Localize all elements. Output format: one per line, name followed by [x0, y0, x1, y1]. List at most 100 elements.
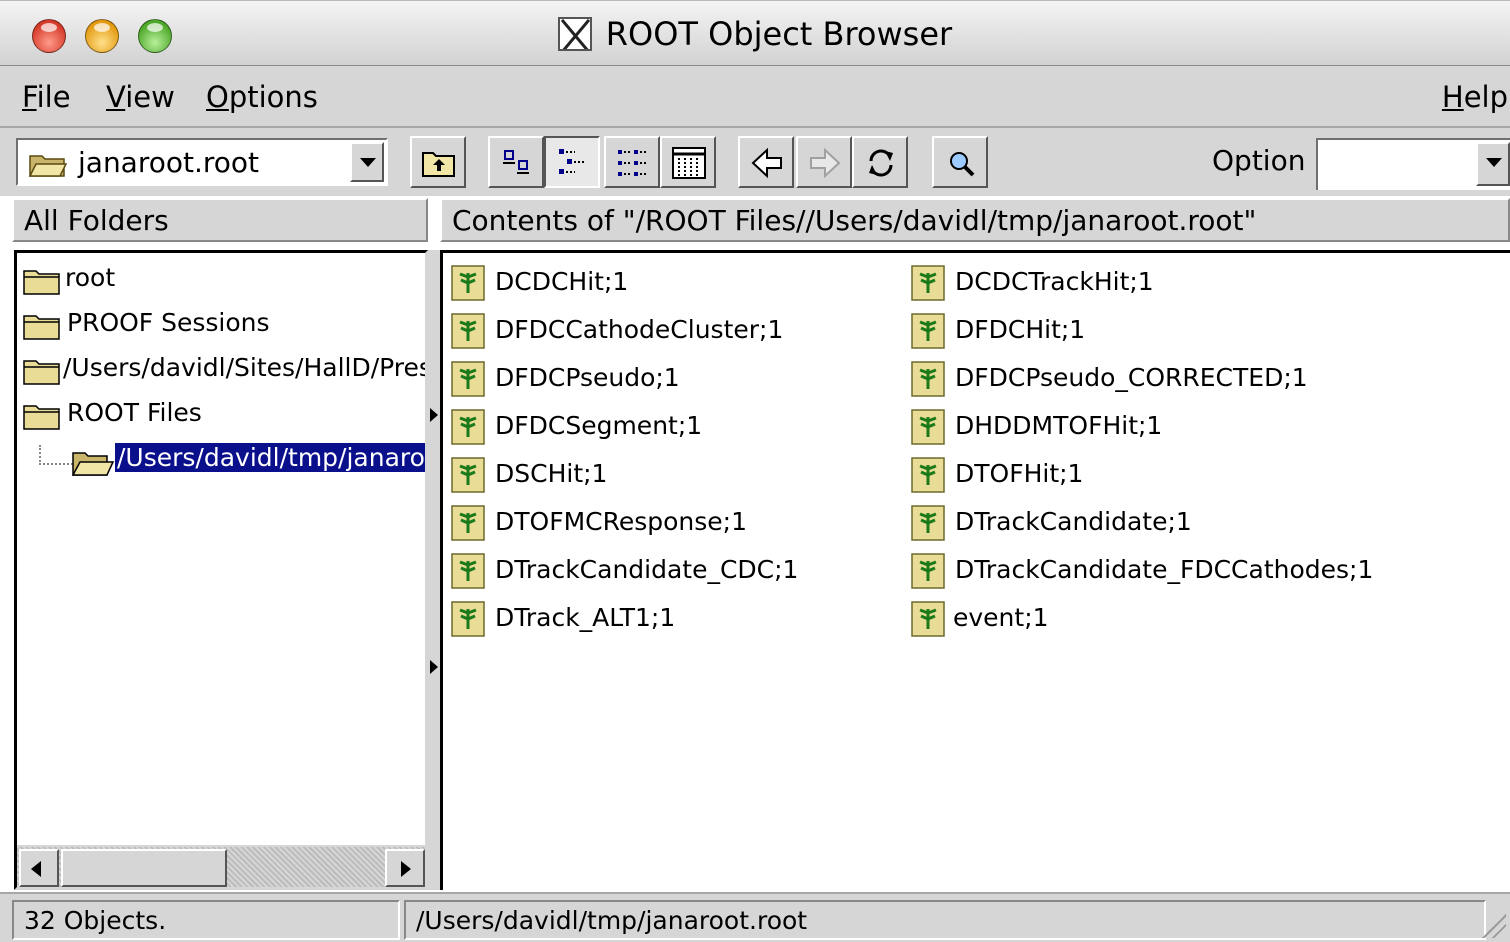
- ttree-icon: [911, 601, 945, 637]
- ttree-icon: [911, 265, 945, 301]
- ttree-icon: [451, 553, 485, 589]
- path-combo-value: janaroot.root: [78, 146, 260, 179]
- arrow-left-icon: [751, 147, 782, 179]
- menu-file[interactable]: File: [22, 80, 71, 114]
- object-label: DTrackCandidate;1: [955, 507, 1192, 536]
- magnifier-icon: [950, 152, 975, 177]
- folder-tree-panel[interactable]: root PROOF Sessions /Users/davidl/Sites/…: [14, 250, 428, 890]
- find-button[interactable]: [932, 136, 988, 188]
- details-view-button[interactable]: [660, 136, 716, 188]
- refresh-button[interactable]: [852, 136, 908, 188]
- object-label: DTrack_ALT1;1: [495, 603, 676, 632]
- menu-options-mnemonic: O: [206, 80, 229, 114]
- menu-file-label: ile: [36, 80, 71, 114]
- small-icons-view-button[interactable]: [544, 136, 600, 188]
- ttree-icon: [451, 361, 485, 397]
- contents-panel[interactable]: DCDCHit;1 DFDCCathodeCluster;1 DFDCPseud…: [440, 250, 1510, 890]
- object-label: DFDCPseudo;1: [495, 363, 680, 392]
- status-path: /Users/davidl/tmp/janaroot.root: [404, 900, 1486, 940]
- menu-view-mnemonic: V: [106, 80, 126, 114]
- folder-icon: [23, 270, 60, 295]
- tree-item-label: root: [65, 263, 116, 292]
- scroll-left-button[interactable]: [19, 849, 59, 887]
- menu-help-label: elp: [1463, 80, 1508, 114]
- scroll-right-button[interactable]: [385, 849, 425, 887]
- ttree-icon: [451, 313, 485, 349]
- ttree-icon: [451, 409, 485, 445]
- option-combo[interactable]: [1316, 138, 1510, 190]
- window-title: ROOT Object Browser: [605, 15, 953, 53]
- ttree-icon: [451, 265, 485, 301]
- ttree-icon: [911, 457, 945, 493]
- resize-grip-icon[interactable]: [1482, 914, 1506, 938]
- splitter-arrow-icon: [430, 660, 438, 674]
- refresh-icon: [869, 149, 893, 177]
- object-label: DHDDMTOFHit;1: [955, 411, 1163, 440]
- ttree-icon: [451, 601, 485, 637]
- tree-connector: [39, 445, 73, 465]
- open-folder-icon: [28, 155, 68, 177]
- menu-view[interactable]: View: [106, 80, 175, 114]
- list-view-icon: [618, 150, 648, 176]
- ttree-icon: [911, 409, 945, 445]
- object-label: DSCHit;1: [495, 459, 608, 488]
- arrow-right-icon: [810, 147, 841, 179]
- tree-item-label-selected: /Users/davidl/tmp/janaroot.: [115, 443, 425, 472]
- tree-horizontal-scrollbar[interactable]: [17, 845, 425, 887]
- large-icons-view-button[interactable]: [488, 136, 544, 188]
- ttree-icon: [911, 361, 945, 397]
- object-label: DCDCTrackHit;1: [955, 267, 1154, 296]
- list-view-button[interactable]: [604, 136, 660, 188]
- object-label: DFDCSegment;1: [495, 411, 703, 440]
- object-label: DFDCPseudo_CORRECTED;1: [955, 363, 1308, 392]
- object-label: DTrackCandidate_CDC;1: [495, 555, 799, 584]
- object-label: DTOFMCResponse;1: [495, 507, 748, 536]
- ttree-icon: [911, 553, 945, 589]
- menu-options[interactable]: Options: [206, 80, 318, 114]
- folder-icon: [23, 315, 60, 340]
- folder-icon: [23, 360, 60, 385]
- menu-bar: File View Options Help: [0, 66, 1510, 128]
- small-icons-icon: [559, 149, 585, 174]
- object-label: DCDCHit;1: [495, 267, 629, 296]
- path-combo[interactable]: janaroot.root: [16, 138, 388, 186]
- toolbar: janaroot.root Option: [0, 128, 1510, 196]
- status-bar: 32 Objects. /Users/davidl/tmp/janaroot.r…: [0, 892, 1510, 942]
- ttree-icon: [911, 313, 945, 349]
- menu-file-mnemonic: F: [22, 80, 37, 114]
- option-combo-dropdown-button[interactable]: [1476, 142, 1510, 186]
- object-label: DTOFHit;1: [955, 459, 1084, 488]
- path-combo-dropdown-button[interactable]: [350, 142, 384, 182]
- x11-icon: [557, 17, 592, 51]
- title-bar: ROOT Object Browser: [0, 0, 1510, 66]
- contents-header: Contents of "/ROOT Files//Users/davidl/t…: [440, 198, 1510, 242]
- menu-help[interactable]: Help: [1442, 80, 1508, 114]
- ttree-icon: [451, 457, 485, 493]
- back-button[interactable]: [738, 136, 794, 188]
- menu-help-mnemonic: H: [1441, 80, 1464, 114]
- window-title-wrap: ROOT Object Browser: [0, 15, 1510, 53]
- tree-item-label: ROOT Files: [67, 398, 202, 427]
- option-label: Option: [1212, 144, 1306, 177]
- large-icons-icon: [503, 150, 529, 174]
- open-folder-icon: [71, 452, 115, 476]
- folder-icon: [23, 405, 60, 430]
- tree-item-label: PROOF Sessions: [67, 308, 270, 337]
- folder-up-icon: [422, 152, 455, 177]
- menu-view-label: iew: [125, 80, 175, 114]
- forward-button[interactable]: [796, 136, 852, 188]
- tree-item-label: /Users/davidl/Sites/HallD/Prese: [63, 353, 428, 382]
- object-label: DFDCCathodeCluster;1: [495, 315, 784, 344]
- ttree-icon: [911, 505, 945, 541]
- parent-folder-button[interactable]: [410, 136, 466, 188]
- menu-options-label: ptions: [228, 80, 318, 114]
- splitter-arrow-icon: [430, 408, 438, 422]
- details-view-icon: [672, 147, 706, 179]
- scroll-thumb[interactable]: [61, 849, 227, 887]
- object-label: event;1: [953, 603, 1049, 632]
- all-folders-header: All Folders: [12, 198, 428, 242]
- object-label: DFDCHit;1: [955, 315, 1086, 344]
- status-object-count: 32 Objects.: [12, 900, 400, 940]
- panel-splitter[interactable]: [428, 250, 440, 890]
- object-label: DTrackCandidate_FDCCathodes;1: [955, 555, 1374, 584]
